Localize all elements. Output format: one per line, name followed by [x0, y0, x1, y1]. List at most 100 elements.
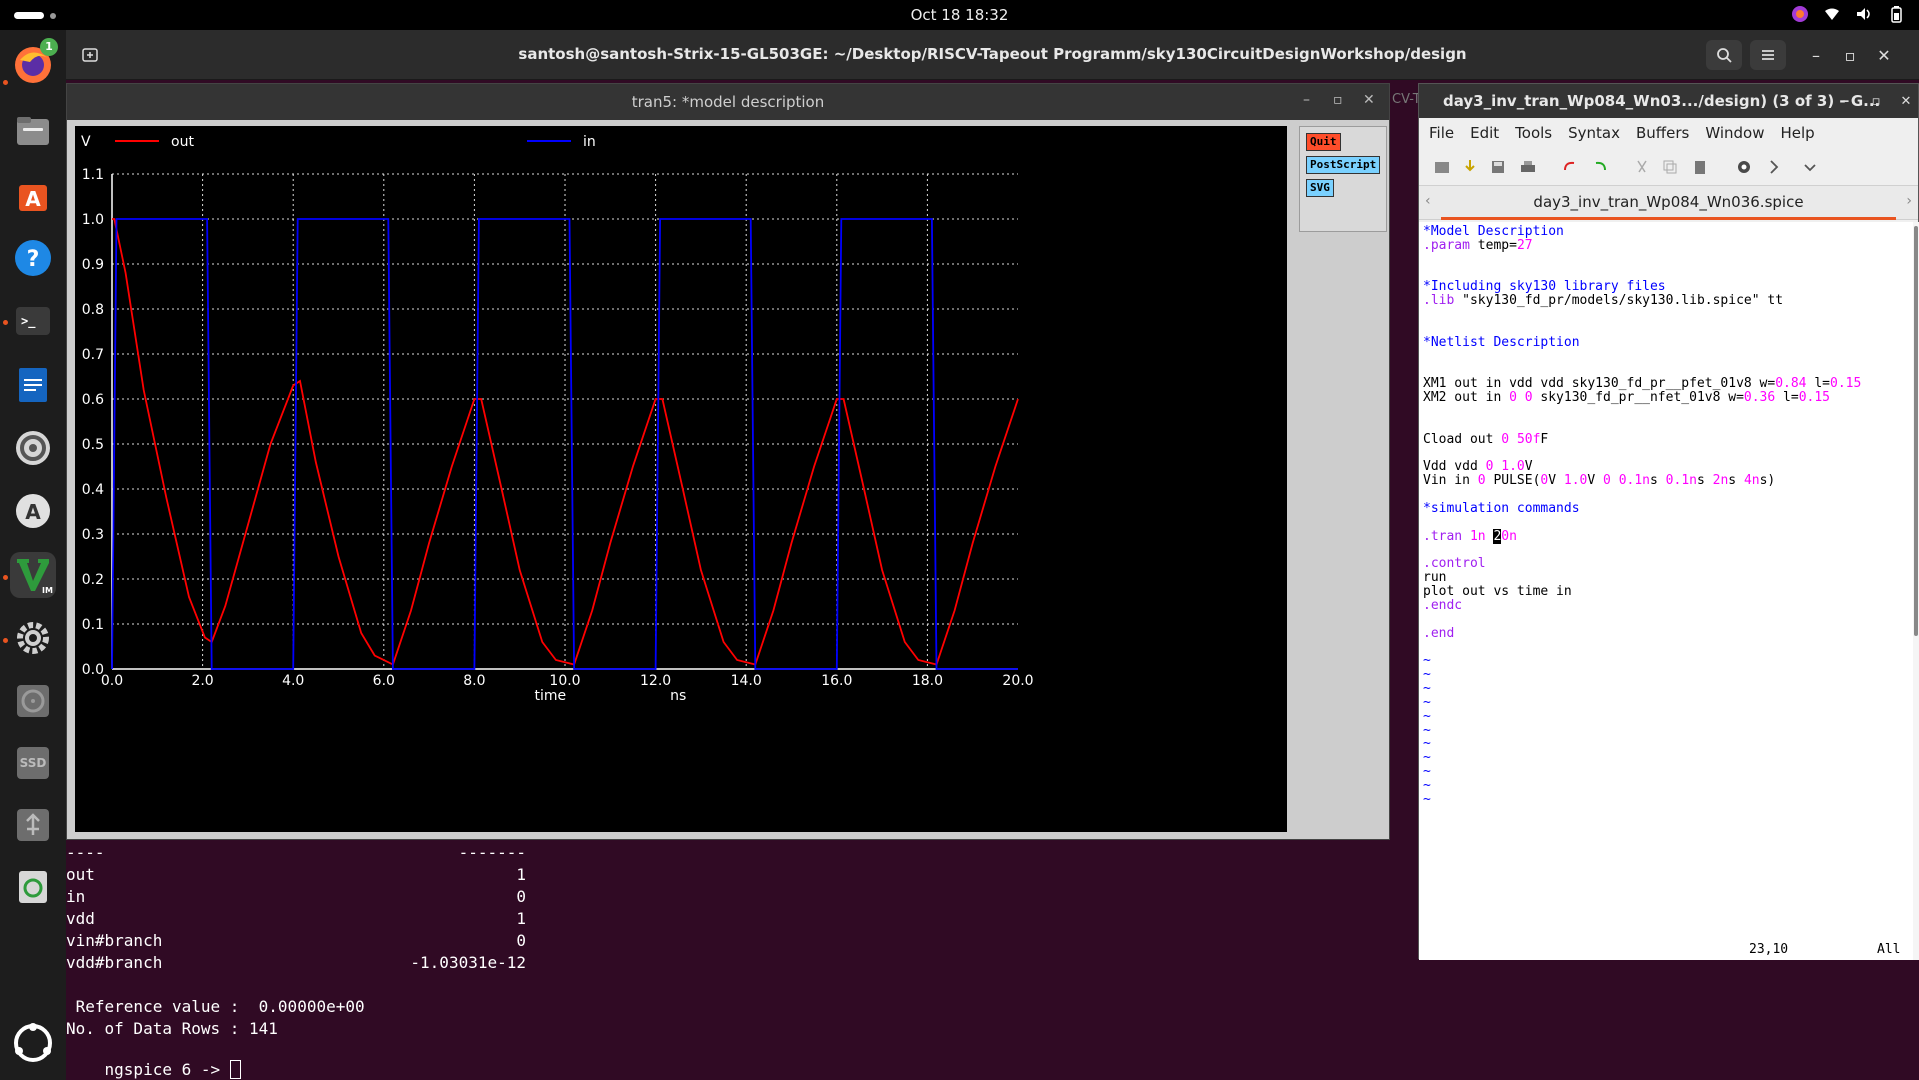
settings-icon[interactable]: [10, 615, 56, 661]
new-tab-icon[interactable]: [72, 40, 108, 70]
output-dashes-value: -------: [458, 843, 526, 862]
print-icon[interactable]: [1519, 158, 1537, 176]
undo-icon[interactable]: [1561, 158, 1579, 176]
menu-window[interactable]: Window: [1705, 124, 1764, 142]
chevron-down-icon[interactable]: [1801, 158, 1819, 176]
help-icon[interactable]: ?: [10, 235, 56, 281]
search-icon[interactable]: [1706, 40, 1742, 70]
gvim-window[interactable]: day3_inv_tran_Wp084_Wn03.../design) (3 o…: [1418, 83, 1919, 960]
code-token: .tran: [1423, 528, 1463, 544]
y-tick-label: 1.1: [82, 167, 104, 183]
software-center-icon[interactable]: A: [10, 172, 56, 218]
terminal-icon[interactable]: >_: [10, 298, 56, 344]
code-token: 27: [1516, 237, 1533, 253]
save-icon[interactable]: [1461, 158, 1479, 176]
code-token: 0.36: [1743, 390, 1776, 406]
code-token: ~: [1423, 681, 1431, 697]
code-token: V: [1548, 473, 1564, 489]
transient-plot[interactable]: 0.0 2.0 4.0 6.0 8.0 10.0 12.0 14.0 16.0 18.0 20.0 0…: [75, 126, 1287, 832]
menu-syntax[interactable]: Syntax: [1568, 124, 1620, 142]
disk-icon[interactable]: [10, 678, 56, 724]
firefox-indicator-icon[interactable]: [1791, 5, 1809, 23]
output-value: 1: [516, 865, 526, 884]
plot-window[interactable]: tran5: *model description – ▫ ✕ 0.0 2.0 4.…: [66, 83, 1390, 840]
editor-line: *Including sky130 library files: [1423, 279, 1666, 294]
maximize-icon[interactable]: ▫: [1333, 92, 1343, 108]
software-updater-icon[interactable]: A: [10, 488, 56, 534]
maximize-icon[interactable]: ▫: [1865, 90, 1887, 112]
editor-line: .param temp=27: [1423, 238, 1533, 253]
tab-file[interactable]: day3_inv_tran_Wp084_Wn036.spice: [1441, 186, 1896, 220]
code-token: 2n: [1712, 473, 1729, 489]
maximize-icon[interactable]: ▫: [1832, 40, 1868, 70]
editor-buffer[interactable]: *Model Description .param temp=27 *Includi…: [1419, 222, 1913, 940]
find-replace-icon[interactable]: [1735, 158, 1753, 176]
menu-edit[interactable]: Edit: [1470, 124, 1499, 142]
scrollbar[interactable]: [1913, 222, 1919, 960]
code-token: 0.84: [1775, 376, 1807, 392]
editor-line: Vdd vdd 0 1.0V: [1423, 459, 1533, 474]
copy-icon: [1661, 158, 1679, 176]
menu-tools[interactable]: Tools: [1515, 124, 1552, 142]
trash-icon[interactable]: [10, 864, 56, 910]
output-value: 0: [516, 931, 526, 950]
show-apps-icon[interactable]: [10, 1020, 56, 1066]
files-icon[interactable]: [10, 108, 56, 154]
svg-button[interactable]: SVG: [1306, 179, 1334, 197]
legend-label-in: in: [583, 134, 596, 150]
vim-icon[interactable]: IMP: [10, 552, 56, 598]
editor-line: ~: [1423, 736, 1431, 751]
tab-scroll-right-icon[interactable]: ›: [1906, 193, 1912, 209]
code-token: 0: [1477, 473, 1486, 489]
quit-button[interactable]: Quit: [1306, 133, 1341, 151]
ngspice-prompt[interactable]: ngspice 6 ->: [66, 1041, 241, 1080]
x-axis-label: time: [535, 688, 567, 704]
workspace-dot: [50, 13, 56, 19]
minimize-icon[interactable]: –: [1303, 92, 1310, 108]
editor-line: .endc: [1423, 598, 1462, 613]
menu-file[interactable]: File: [1429, 124, 1454, 142]
scrollbar-thumb[interactable]: [1914, 226, 1918, 636]
open-file-icon[interactable]: [1433, 158, 1451, 176]
menu-help[interactable]: Help: [1780, 124, 1814, 142]
y-tick-label: 0.8: [82, 302, 104, 318]
x-tick-label: 14.0: [731, 673, 762, 689]
wifi-icon[interactable]: [1823, 5, 1841, 23]
editor-line: .control: [1423, 556, 1486, 571]
usb-drive-icon[interactable]: [10, 802, 56, 848]
hamburger-menu-icon[interactable]: [1750, 40, 1786, 70]
next-icon[interactable]: [1765, 158, 1783, 176]
save-all-icon[interactable]: [1489, 158, 1507, 176]
system-tray[interactable]: [1791, 5, 1905, 23]
battery-icon[interactable]: [1887, 5, 1905, 23]
redo-icon[interactable]: [1591, 158, 1609, 176]
editor-line: ~: [1423, 653, 1431, 668]
minimize-icon[interactable]: –: [1798, 40, 1834, 70]
minimize-icon[interactable]: –: [1835, 90, 1857, 112]
postscript-button[interactable]: PostScript: [1306, 156, 1381, 174]
editor-line: run: [1423, 570, 1446, 585]
firefox-icon[interactable]: 1: [10, 38, 58, 88]
close-icon[interactable]: ✕: [1895, 90, 1917, 112]
tab-scroll-left-icon[interactable]: ‹: [1425, 193, 1431, 209]
toolbar: [1419, 148, 1918, 186]
code-token: 50f: [1516, 431, 1541, 447]
clock[interactable]: Oct 18 18:32: [0, 6, 1919, 24]
paste-icon[interactable]: [1691, 158, 1709, 176]
x-tick-label: 4.0: [282, 673, 304, 689]
close-icon[interactable]: ✕: [1866, 40, 1902, 70]
y-tick-label: 0.0: [82, 662, 104, 678]
x-tick-label: 16.0: [821, 673, 852, 689]
volume-icon[interactable]: [1855, 5, 1873, 23]
menu-buffers[interactable]: Buffers: [1636, 124, 1689, 142]
close-icon[interactable]: ✕: [1363, 92, 1375, 108]
cursor-position: 23,10: [1749, 942, 1789, 957]
plot-area[interactable]: 0.0 2.0 4.0 6.0 8.0 10.0 12.0 14.0 16.0 18.0 20.0 0…: [75, 126, 1287, 832]
code-token: 1n: [1469, 528, 1486, 544]
code-token: ~: [1423, 778, 1431, 793]
settings-wheel-icon[interactable]: [10, 425, 56, 471]
libreoffice-writer-icon[interactable]: [10, 362, 56, 408]
activities-indicator[interactable]: [14, 12, 44, 19]
ssd-icon[interactable]: SSD: [10, 740, 56, 786]
